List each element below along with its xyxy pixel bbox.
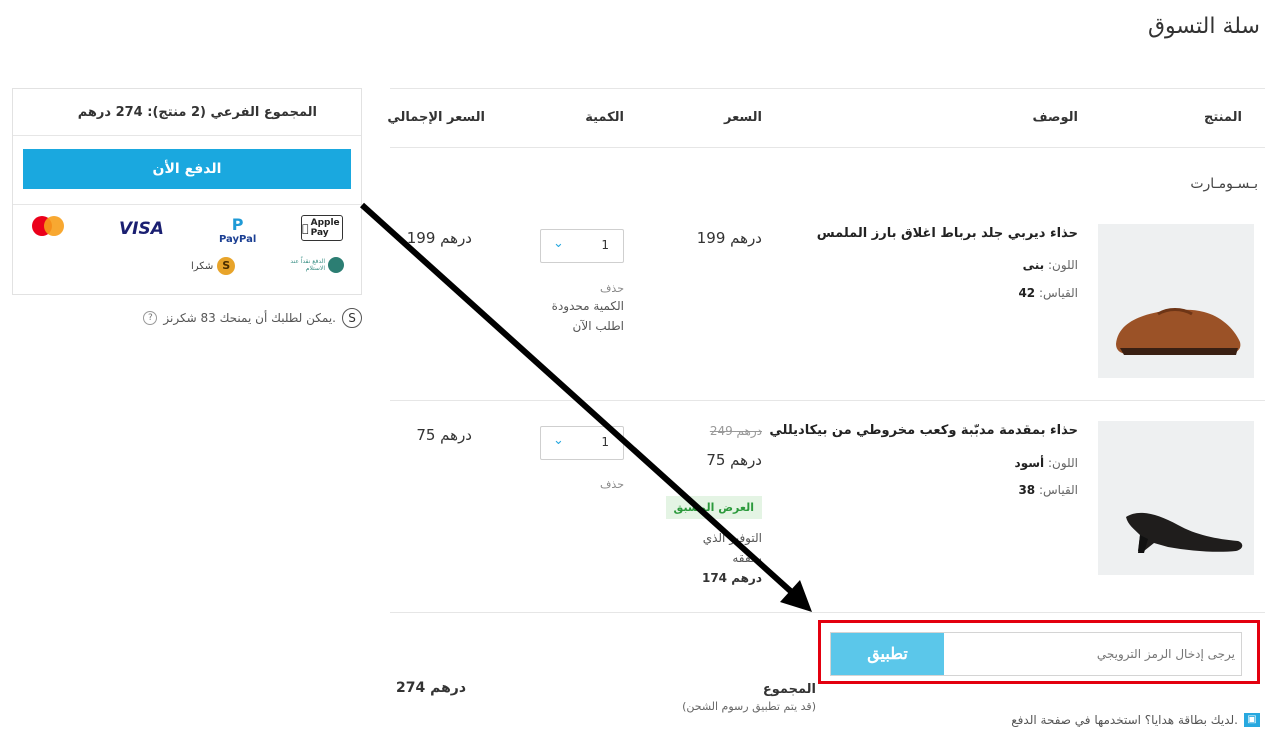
chevron-down-icon: ⌄ [553,236,564,251]
preorder-badge: العرض المسبق [665,496,762,519]
saving-label: التوفير الذي [702,531,762,545]
header-quantity: الكمية [585,110,624,125]
quantity-select-1[interactable]: ⌄ 1 [540,229,624,263]
divider [13,135,361,136]
product-image-1[interactable] [1098,224,1254,378]
product-size-2: القياس: 38 [1018,483,1078,497]
quantity-select-2[interactable]: ⌄ 1 [540,426,624,460]
stock-note-text: الكمية محدودة [551,299,624,313]
item-price-1: 199 درهم [696,229,762,247]
saving-label: يحققه [732,551,762,565]
remove-link-2[interactable]: حذف [600,478,624,491]
saving-value: 174 درهم [701,571,762,585]
gift-card-text: لديك بطاقة هدايا؟ استخدمها في صفحة الدفع… [1011,713,1238,727]
total-value: 274 درهم [396,680,467,696]
size-label: القياس: [1038,483,1078,497]
points-note-text: يمكن لطلبك أن يمنحك 83 شكرنز. [163,311,336,325]
shipping-note: (قد يتم تطبيق رسوم الشحن) [682,700,816,713]
header-total-price: السعر الإجمالي [387,110,485,125]
paypal-icon: P PayPal [219,215,257,245]
info-icon[interactable]: ? [143,311,158,325]
total-label: المجموع [762,682,816,697]
product-name-1[interactable]: حذاء ديربي جلد برباط اغلاق بارز الملمس [817,226,1078,241]
order-now-text: اطلب الآن [572,319,624,333]
size-value: 42 [1018,286,1036,300]
color-value: أسود [1014,456,1045,470]
highlight-box [818,620,1260,684]
quantity-value: 1 [601,238,609,252]
size-value: 38 [1018,483,1036,497]
product-color-1: اللون: بنى [1023,258,1078,272]
product-name-2[interactable]: حذاء بمقدمة مدبّبة وكعب مخروطي من بيكادي… [769,423,1078,438]
product-color-2: اللون: أسود [1015,456,1078,470]
item-old-price-2: 249 درهم [709,424,762,438]
header-price: السعر [724,110,762,125]
quantity-value: 1 [601,435,609,449]
header-description: الوصف [1032,110,1078,125]
mastercard-icon [29,215,67,243]
subtotal-text: المجموع الفرعي (2 منتج): 274 درهم [77,105,317,120]
pay-now-button[interactable]: الدفع الأن [23,149,351,189]
black-heel-shoe-icon [1126,512,1243,553]
store-name: بـسـومـارت [1190,176,1258,192]
product-image-2[interactable] [1098,421,1254,575]
product-size-1: القياس: 42 [1018,286,1078,300]
shukran-coin-icon: S [342,308,362,328]
page-title: سلة التسوق [1147,14,1260,39]
apple-pay-icon: Apple Pay [301,215,343,241]
gift-icon: ▣ [1244,713,1260,727]
visa-icon: VISA [119,219,164,239]
remove-link-1[interactable]: حذف [600,282,624,295]
divider [390,88,1265,89]
points-note: ? يمكن لطلبك أن يمنحك 83 شكرنز. S [143,308,362,328]
brown-shoe-icon [1116,308,1241,355]
divider [390,400,1265,401]
color-value: بنى [1022,258,1045,272]
color-label: اللون: [1047,258,1078,272]
order-summary-panel: المجموع الفرعي (2 منتج): 274 درهم الدفع … [12,88,362,295]
size-label: القياس: [1038,286,1078,300]
item-total-1: 199 درهم [406,229,472,247]
cash-on-delivery-icon: الدفع نقداً عند الاستلام [285,257,344,273]
item-price-2: 75 درهم [706,451,762,469]
item-total-2: 75 درهم [416,426,472,444]
color-label: اللون: [1047,456,1078,470]
divider [13,204,361,205]
chevron-down-icon: ⌄ [553,433,564,448]
divider [390,147,1265,148]
stock-note-1: الكمية محدودة اطلب الآن [552,296,624,336]
saving-info-2: التوفير الذي يحققه 174 درهم [702,528,762,588]
header-product: المنتج [1203,110,1242,125]
shukran-icon: شكرا S [191,257,236,275]
divider [390,612,1265,613]
gift-card-note: لديك بطاقة هدايا؟ استخدمها في صفحة الدفع… [1011,713,1260,727]
